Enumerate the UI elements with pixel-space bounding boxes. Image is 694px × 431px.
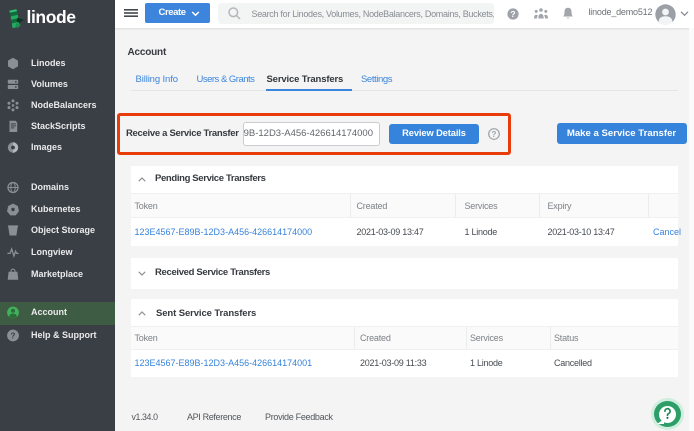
svg-text:?: ? (510, 9, 515, 19)
svg-text:?: ? (11, 331, 16, 340)
svg-text:?: ? (491, 130, 496, 139)
